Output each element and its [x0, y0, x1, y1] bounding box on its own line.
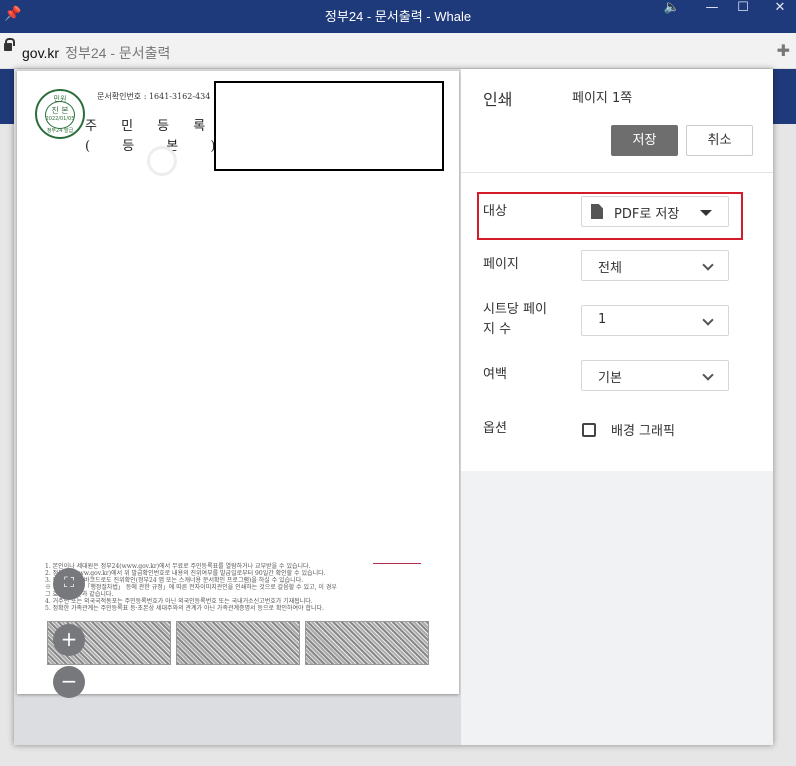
print-dialog: 민원 진 본 2022/01/05 정부24 발급 문서확인번호 : 1641-… — [14, 69, 773, 745]
margins-select[interactable]: 기본 — [581, 360, 729, 391]
maximize-button[interactable]: ☐ — [731, 0, 755, 20]
background-graphics-label[interactable]: 배경 그래픽 — [611, 420, 675, 439]
close-button[interactable]: ✕ — [768, 0, 792, 20]
pages-select[interactable]: 전체 — [581, 250, 729, 281]
seal-line: 민원 — [53, 95, 67, 103]
save-button[interactable]: 저장 — [611, 125, 678, 156]
barcode-image — [305, 621, 429, 665]
url-page-title: 정부24 - 문서출력 — [65, 45, 171, 61]
pages-label: 페이지 — [483, 257, 519, 272]
redaction-box — [214, 81, 444, 171]
background-graphics-checkbox[interactable] — [582, 423, 596, 437]
extension-icon[interactable]: ✚ — [777, 41, 790, 60]
note-line: 5. 정확한 가족관계는 주민등록표 등·초본상 세대주와의 관계가 아닌 가족… — [45, 605, 324, 612]
fit-to-page-icon[interactable]: ⛶ — [53, 568, 85, 600]
note-line: 그 효력은 원본과 같습니다. — [45, 591, 114, 598]
settings-empty-area — [461, 471, 773, 745]
note-line: 3. 문서 하단의 바코드로도 진위확인(정부24 앱 또는 스캐너용 문서확인… — [45, 577, 304, 584]
pages-per-sheet-select[interactable]: 1 — [581, 305, 729, 336]
seal-line: 정부24 발급 — [46, 128, 74, 134]
window-titlebar: 📌 정부24 - 문서출력 - Whale 🔈 — ☐ ✕ — [0, 0, 796, 33]
pages-per-sheet-value: 1 — [598, 312, 607, 327]
margins-label: 여백 — [483, 367, 507, 382]
official-seal: 민원 진 본 2022/01/05 정부24 발급 — [35, 89, 85, 139]
lock-icon[interactable] — [4, 38, 15, 51]
barcode-image — [176, 621, 300, 665]
pages-per-sheet-label-line: 지 수 — [483, 322, 512, 337]
pages-per-sheet-label: 시트당 페이 지 수 — [483, 300, 547, 340]
note-line: 4. 거주민 또는 외국국적동포는 주민등록번호가 아닌 외국인등록번호 또는 … — [45, 598, 313, 605]
chevron-down-icon — [702, 369, 714, 381]
margins-value: 기본 — [598, 371, 622, 386]
pages-per-sheet-label-line: 시트당 페이 — [483, 302, 547, 317]
speaker-icon[interactable]: 🔈 — [660, 0, 684, 20]
cancel-button[interactable]: 취소 — [686, 125, 753, 156]
chevron-down-icon — [702, 314, 714, 326]
address-bar[interactable]: gov.kr 정부24 - 문서출력 ✚ — [0, 33, 796, 69]
preview-page: 민원 진 본 2022/01/05 정부24 발급 문서확인번호 : 1641-… — [17, 71, 459, 694]
header-divider — [461, 172, 773, 173]
note-line: ※ 본 증명서는 「행정절차법」 등에 관한 규정」에 따른 전자이미지관인을 … — [45, 584, 337, 591]
seal-line: 진 본 — [51, 106, 69, 115]
pages-value: 전체 — [598, 261, 622, 276]
minimize-button[interactable]: — — [700, 0, 724, 20]
zoom-out-button[interactable]: − — [53, 666, 85, 698]
print-preview: 민원 진 본 2022/01/05 정부24 발급 문서확인번호 : 1641-… — [14, 69, 461, 745]
document-notes: 1. 본인이나 세대원은 정부24(www.gov.kr)에서 무료로 주민등록… — [45, 563, 445, 612]
annotation-highlight-box — [477, 192, 743, 240]
options-label: 옵션 — [483, 421, 507, 436]
note-line: 1. 본인이나 세대원은 정부24(www.gov.kr)에서 무료로 주민등록… — [45, 563, 311, 570]
url-display[interactable]: gov.kr 정부24 - 문서출력 — [22, 43, 170, 63]
watermark-logo-icon — [147, 146, 177, 176]
page-count: 페이지 1쪽 — [572, 91, 633, 106]
print-settings-panel: 인쇄 페이지 1쪽 저장 취소 대상 PDF로 저장 페이지 전체 시트당 페이… — [461, 69, 773, 745]
print-title: 인쇄 — [483, 90, 513, 109]
url-host: gov.kr — [22, 45, 60, 61]
seal-line: 2022/01/05 — [45, 116, 75, 122]
document-number: 문서확인번호 : 1641-3162-434 — [97, 92, 211, 101]
zoom-in-button[interactable]: + — [53, 624, 85, 656]
note-line: 2. 정부24(www.gov.kr)에서 위 발급확인번호로 내용의 진위여부… — [45, 570, 326, 577]
chevron-down-icon — [702, 259, 714, 271]
